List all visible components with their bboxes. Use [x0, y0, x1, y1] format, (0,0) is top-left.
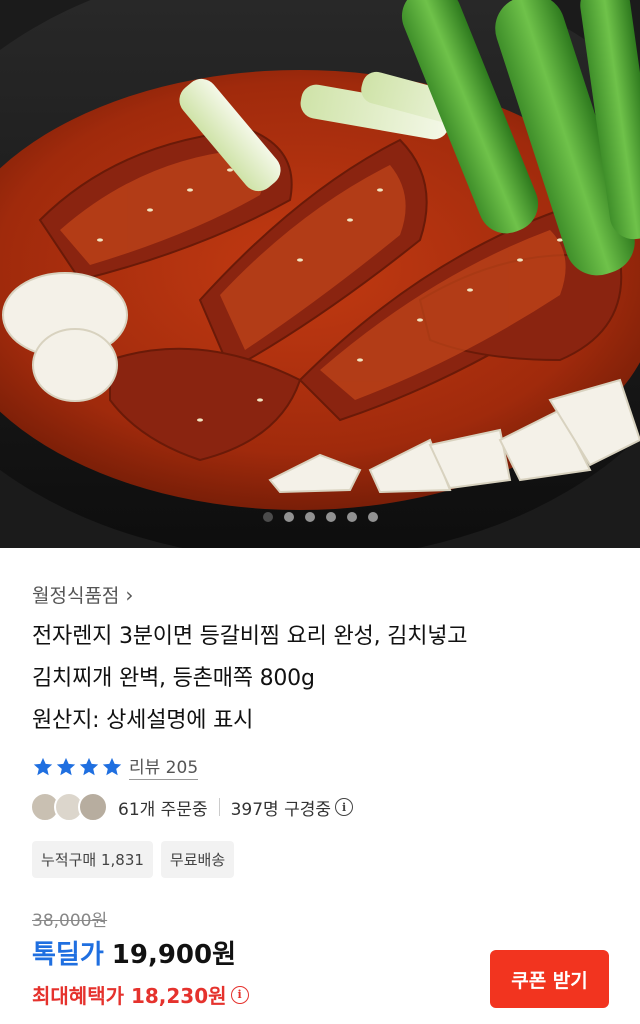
- info-icon[interactable]: i: [230, 985, 249, 1004]
- product-title-line: 전자렌지 3분이면 등갈비찜 요리 완성, 김치넣고: [32, 624, 468, 649]
- free-shipping-badge: 무료배송: [160, 841, 235, 878]
- carousel-dot[interactable]: [346, 512, 357, 522]
- buyer-avatars: [30, 792, 108, 822]
- product-photo: [0, 0, 640, 548]
- social-proof-row: 61개 주문중 397명 구경중 i: [30, 792, 354, 822]
- carousel-dot[interactable]: [367, 512, 378, 522]
- seller-link[interactable]: 월정식품점 ›: [32, 581, 133, 608]
- star-icon: [79, 757, 99, 775]
- star-rating: [32, 756, 123, 778]
- original-price: 38,000원: [32, 911, 108, 931]
- badge-row: 누적구매 1,831 무료배송: [32, 841, 235, 878]
- carousel-dot[interactable]: [325, 512, 336, 522]
- deal-price: 19,900원: [111, 940, 237, 970]
- rating-row[interactable]: 리뷰 205: [32, 753, 199, 780]
- max-benefit-row[interactable]: 최대혜택가 18,230원 i: [32, 980, 249, 1009]
- deal-price-row: 톡딜가 19,900원: [32, 934, 236, 971]
- carousel-dot[interactable]: [304, 512, 315, 522]
- chevron-right-icon: ›: [125, 582, 134, 607]
- info-icon[interactable]: i: [335, 798, 354, 816]
- avatar: [78, 792, 108, 822]
- product-title-line: 김치찌개 완벽, 등촌매쪽 800g: [32, 666, 315, 691]
- carousel-indicator[interactable]: [0, 512, 640, 522]
- carousel-dot[interactable]: [262, 512, 273, 522]
- star-icon: [102, 757, 122, 775]
- star-icon: [33, 757, 53, 775]
- ordering-count: 61개 주문중: [118, 799, 208, 820]
- carousel-dot[interactable]: [283, 512, 294, 522]
- deal-label: 톡딜가: [32, 940, 104, 970]
- cumulative-purchase-badge: 누적구매 1,831: [32, 841, 153, 878]
- seller-name: 월정식품점: [32, 585, 120, 607]
- coupon-button[interactable]: 쿠폰 받기: [490, 950, 609, 1008]
- product-image-carousel[interactable]: [0, 0, 640, 548]
- star-icon: [56, 757, 76, 775]
- max-benefit-price: 최대혜택가 18,230원: [32, 984, 227, 1008]
- review-link[interactable]: 리뷰 205: [129, 753, 199, 780]
- product-title: 전자렌지 3분이면 등갈비찜 요리 완성, 김치넣고 김치찌개 완벽, 등촌매쪽…: [32, 616, 620, 742]
- watching-count: 397명 구경중: [230, 799, 332, 820]
- product-origin-line: 원산지: 상세설명에 표시: [32, 708, 254, 733]
- divider: [218, 798, 220, 816]
